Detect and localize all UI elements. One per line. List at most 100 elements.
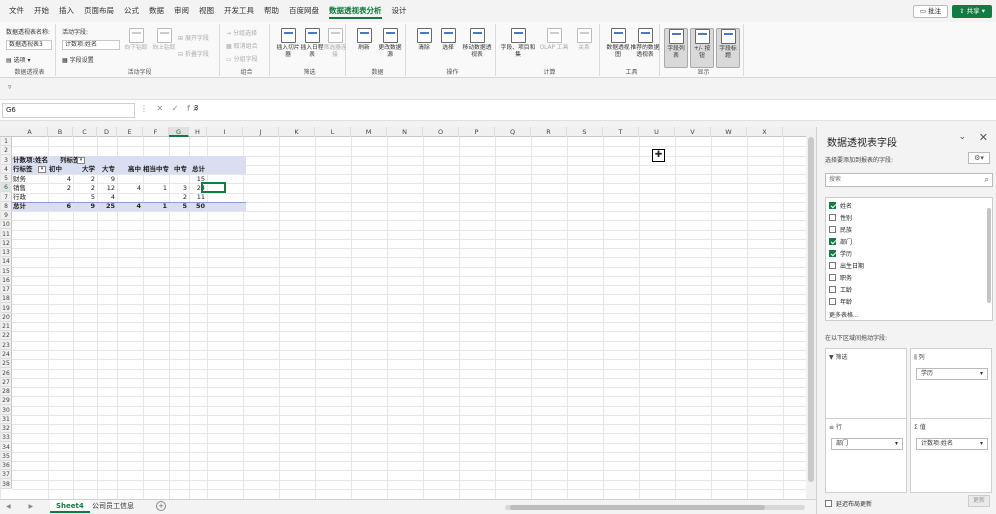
pivot-value-cell[interactable]: 2	[73, 184, 95, 193]
column-header[interactable]: D	[97, 127, 117, 137]
field-settings-button[interactable]: ▦ 字段设置	[62, 55, 94, 64]
row-header[interactable]: 6	[0, 183, 12, 193]
row-header[interactable]: 13	[0, 248, 12, 258]
pivot-value-cell[interactable]	[143, 193, 167, 202]
expand-field-button[interactable]: ⊞ 展开字段	[178, 33, 209, 42]
ungroup-button[interactable]: ▦ 取消组合	[226, 41, 258, 50]
update-button[interactable]: 更新	[968, 495, 990, 507]
field-search-input[interactable]: 搜索 ⌕	[825, 173, 993, 187]
checkbox-icon[interactable]	[829, 226, 836, 233]
row-header[interactable]: 35	[0, 452, 12, 461]
menu-tab[interactable]: 视图	[194, 0, 219, 22]
row-header[interactable]: 16	[0, 276, 12, 285]
group-field-button[interactable]: ▭ 分组字段	[226, 54, 258, 63]
pivot-value-cell[interactable]: 9	[97, 175, 115, 184]
menu-tab[interactable]: 数据	[144, 0, 169, 22]
pivot-total-label[interactable]: 总计	[13, 202, 47, 211]
pivot-column-header[interactable]: 中专	[169, 165, 187, 174]
chevron-down-icon[interactable]: ⌄	[958, 132, 966, 142]
column-filter-dropdown-icon[interactable]: ▾	[77, 157, 85, 164]
row-header[interactable]: 11	[0, 230, 12, 239]
pivot-value-cell[interactable]: 4	[97, 193, 115, 202]
values-area[interactable]: Σ 值 计数项:姓名 ▾	[910, 418, 992, 493]
pivot-column-header[interactable]: 大学	[73, 165, 95, 174]
more-tables-link[interactable]: 更多表格...	[829, 310, 859, 319]
pivot-value-cell[interactable]: 1	[143, 184, 167, 193]
checkbox-icon[interactable]	[829, 238, 836, 245]
formula-input[interactable]: 3	[190, 103, 992, 118]
row-header[interactable]: 8	[0, 202, 12, 211]
checkbox-icon[interactable]	[829, 250, 836, 257]
pivot-value-cell[interactable]: 11	[189, 193, 205, 202]
pivot-chart-button[interactable]: 数据透视图	[604, 28, 632, 58]
horizontal-scroll-thumb[interactable]	[510, 505, 765, 510]
column-header[interactable]: E	[117, 127, 143, 137]
row-header[interactable]: 14	[0, 257, 12, 267]
selected-cell[interactable]	[201, 182, 226, 193]
spreadsheet-grid[interactable]: ABCDEFGHIJKLMNOPQRSTUVWX 1 2 3 4 5 6 7 8 9 10 11 12…	[0, 127, 806, 499]
pivot-total-cell[interactable]: 6	[48, 202, 71, 211]
field-item-7[interactable]: 工龄	[829, 286, 852, 296]
column-header[interactable]: S	[567, 127, 603, 137]
row-header[interactable]: 32	[0, 424, 12, 434]
field-list-toggle[interactable]: 字段列表	[664, 28, 688, 68]
row-header[interactable]: 9	[0, 211, 12, 221]
share-button[interactable]: ⇪ 共享 ▾	[952, 5, 992, 18]
column-header[interactable]: B	[48, 127, 73, 137]
row-header[interactable]: 4	[0, 165, 12, 174]
pivot-value-cell[interactable]	[48, 193, 71, 202]
column-header[interactable]: K	[279, 127, 315, 137]
pivot-total-cell[interactable]: 50	[189, 202, 205, 211]
column-header[interactable]: I	[207, 127, 243, 137]
row-header[interactable]: 10	[0, 220, 12, 230]
menu-tab[interactable]: 公式	[119, 0, 144, 22]
recommended-pivot-button[interactable]: 推荐的数据透视表	[630, 28, 660, 58]
rows-field-chip[interactable]: 部门 ▾	[831, 438, 903, 450]
menu-tab[interactable]: 开发工具	[219, 0, 259, 22]
column-header[interactable]: H	[189, 127, 207, 137]
field-item-8[interactable]: 年龄	[829, 298, 852, 308]
options-button[interactable]: ▤ 选项 ▾	[6, 55, 31, 64]
row-header[interactable]: 21	[0, 322, 12, 332]
menu-tab[interactable]: 插入	[54, 0, 79, 22]
checkbox-icon[interactable]	[829, 202, 836, 209]
column-header[interactable]: J	[243, 127, 279, 137]
pivot-total-cell[interactable]: 25	[97, 202, 115, 211]
column-header[interactable]: P	[459, 127, 495, 137]
column-header[interactable]: Q	[495, 127, 531, 137]
row-header[interactable]: 22	[0, 331, 12, 341]
row-header[interactable]: 15	[0, 267, 12, 276]
ribbon-collapse-icon[interactable]: ▿	[8, 83, 12, 91]
column-header[interactable]: T	[603, 127, 639, 137]
column-header[interactable]: L	[315, 127, 351, 137]
pivot-row-label[interactable]: 销售	[13, 184, 47, 193]
row-header[interactable]: 29	[0, 396, 12, 406]
row-header[interactable]: 27	[0, 378, 12, 387]
column-header[interactable]: G	[169, 127, 189, 137]
pivot-value-cell[interactable]: 2	[73, 175, 95, 184]
column-header[interactable]: O	[423, 127, 459, 137]
filter-connections-button[interactable]: 筛选器连接	[321, 28, 349, 58]
checkbox-icon[interactable]	[829, 286, 836, 293]
row-header[interactable]: 17	[0, 285, 12, 295]
drill-up-button[interactable]: 向上钻取	[150, 28, 178, 52]
group-selection-button[interactable]: → 分组选择	[226, 28, 257, 37]
rows-area[interactable]: ≡ 行 部门 ▾	[825, 418, 907, 493]
pivot-value-cell[interactable]	[117, 175, 141, 184]
drill-down-button[interactable]: 向下钻取	[122, 28, 150, 52]
menu-tab[interactable]: 数据透视表分析	[324, 0, 387, 22]
pivot-value-cell[interactable]	[169, 175, 187, 184]
olap-tools-button[interactable]: OLAP 工具	[538, 28, 570, 52]
column-header[interactable]: C	[73, 127, 97, 137]
column-header[interactable]: U	[639, 127, 675, 137]
add-sheet-button[interactable]: +	[156, 501, 166, 511]
pivot-value-cell[interactable]: 5	[73, 193, 95, 202]
pivot-value-cell[interactable]: 4	[117, 184, 141, 193]
pivot-value-cell[interactable]: 12	[97, 184, 115, 193]
columns-area[interactable]: ⫼ 列 学历 ▾	[910, 348, 992, 423]
sheet-tab-sheet4[interactable]: Sheet4	[50, 500, 90, 513]
fields-items-button[interactable]: 字段、项目和集	[500, 28, 536, 58]
pivot-row-label[interactable]: 财务	[13, 175, 47, 184]
row-header[interactable]: 30	[0, 406, 12, 415]
row-header[interactable]: 28	[0, 387, 12, 397]
